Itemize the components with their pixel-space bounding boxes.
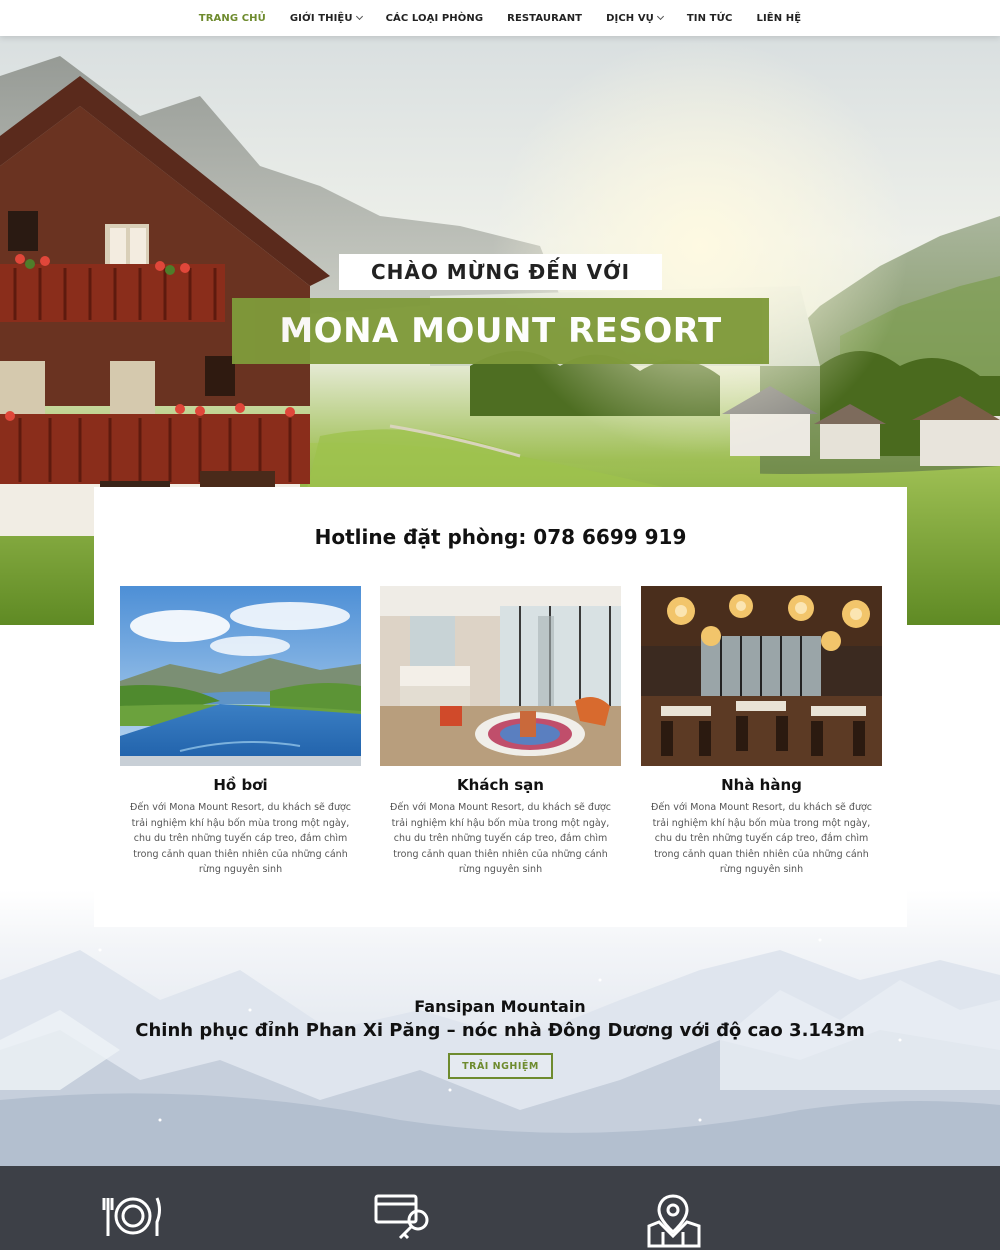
feature-card-hotel[interactable]: Khách sạn Đến với Mona Mount Resort, du … [380,586,621,878]
key-card-icon [374,1194,429,1240]
feature-description-pool: Đến với Mona Mount Resort, du khách sẽ đ… [129,802,352,875]
mountain-title: Fansipan Mountain [414,997,586,1016]
resort-name-heading: MONA MOUNT RESORT [232,298,769,364]
nav-label-news: TIN TỨC [686,12,733,24]
restaurant-image [641,586,882,766]
nav-item-news[interactable]: TIN TỨC [675,13,745,24]
nav-item-about[interactable]: GIỚI THIỆU [278,13,374,24]
mountain-subtitle: Chinh phục đỉnh Phan Xi Păng – nóc nhà Đ… [135,1020,865,1041]
feature-title-pool: Hồ bơi [213,776,268,794]
map-location-icon [647,1194,701,1248]
nav-label-services: DỊCH VỤ [606,12,654,24]
services-icon-strip [0,1166,1000,1250]
feature-title-restaurant: Nhà hàng [721,776,802,794]
sun-glow [490,36,910,456]
pool-image [120,586,361,766]
nav-label-restaurant: RESTAURANT [507,12,583,24]
nav-label-about: GIỚI THIỆU [289,12,353,24]
nav-item-restaurant[interactable]: RESTAURANT [495,13,594,24]
chevron-down-icon [355,12,363,21]
welcome-heading: CHÀO MỪNG ĐẾN VỚI [339,254,662,290]
feature-title-hotel: Khách sạn [457,776,544,794]
nav-item-home[interactable]: TRANG CHỦ [187,13,278,24]
features-section: Hotline đặt phòng: 078 6699 919 Hồ bơi Đ… [94,487,907,927]
feature-description-restaurant: Đến với Mona Mount Resort, du khách sẽ đ… [650,802,873,875]
nav-label-rooms: CÁC LOẠI PHÒNG [385,12,484,24]
nav-item-services[interactable]: DỊCH VỤ [594,13,675,24]
feature-description-hotel: Đến với Mona Mount Resort, du khách sẽ đ… [389,802,612,875]
dining-plate-icon [102,1197,161,1236]
nav-item-contact[interactable]: LIÊN HỆ [745,13,814,24]
feature-card-pool[interactable]: Hồ bơi Đến với Mona Mount Resort, du khá… [120,586,361,878]
nav-label-contact: LIÊN HỆ [756,12,802,24]
nav-item-rooms[interactable]: CÁC LOẠI PHÒNG [374,13,496,24]
hotel-room-image [380,586,621,766]
hotline-text: Hotline đặt phòng: 078 6699 919 [314,525,687,549]
chevron-down-icon [656,12,664,21]
main-navigation: TRANG CHỦ GIỚI THIỆU CÁC LOẠI PHÒNG REST… [0,0,1000,36]
experience-button[interactable]: TRẢI NGHIỆM [448,1053,553,1079]
nav-label-home: TRANG CHỦ [198,12,266,24]
feature-card-restaurant[interactable]: Nhà hàng Đến với Mona Mount Resort, du k… [641,586,882,878]
